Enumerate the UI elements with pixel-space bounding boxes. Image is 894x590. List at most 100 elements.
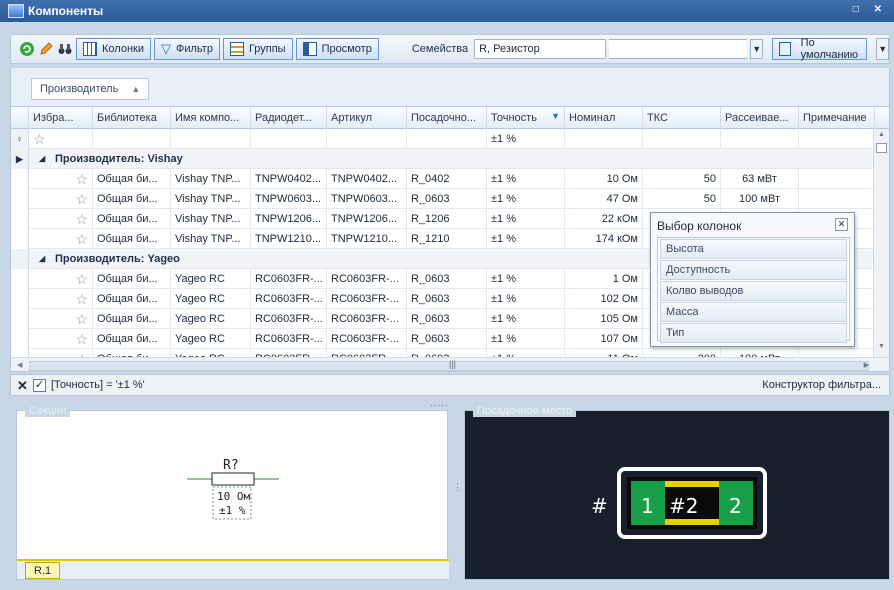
table-cell[interactable]: 102 Ом [565, 289, 643, 309]
table-cell[interactable]: Vishay TNP... [171, 189, 251, 209]
table-cell[interactable]: ±1 % [487, 189, 565, 209]
columns-button[interactable]: Колонки [76, 38, 151, 60]
table-cell[interactable]: TNPW1206... [251, 209, 327, 229]
favorite-cell[interactable]: ☆ [29, 189, 93, 209]
table-cell[interactable]: Vishay TNP... [171, 229, 251, 249]
table-row[interactable]: ☆ Общая би... Vishay TNP... TNPW0603... TNPW… [11, 189, 875, 209]
column-header[interactable]: Рассеивае... [721, 107, 799, 129]
scroll-left-icon[interactable]: ◀ [17, 361, 22, 369]
filter-cell[interactable] [251, 129, 327, 149]
column-menu-icon[interactable] [876, 143, 887, 153]
column-chooser-item[interactable]: Масса [660, 302, 847, 322]
filter-cell[interactable] [565, 129, 643, 149]
table-cell[interactable]: TNPW0603... [327, 189, 407, 209]
filter-cell[interactable] [407, 129, 487, 149]
default-view-button[interactable]: По умолчанию [772, 37, 868, 61]
table-cell[interactable]: R_0603 [407, 329, 487, 349]
table-cell[interactable]: Общая би... [93, 269, 171, 289]
favorite-cell[interactable]: ☆ [29, 169, 93, 189]
table-cell[interactable]: Общая би... [93, 189, 171, 209]
tolerance-filter-cell[interactable]: ±1 % [487, 129, 565, 149]
vertical-scrollbar[interactable]: ▲ ▼ [873, 129, 889, 357]
table-cell[interactable]: RC0603FR-... [251, 269, 327, 289]
table-cell[interactable]: TNPW0603... [251, 189, 327, 209]
table-cell[interactable]: 105 Ом [565, 309, 643, 329]
scroll-down-icon[interactable]: ▼ [878, 343, 885, 350]
filter-expression[interactable]: [Точность] = '±1 %' [51, 379, 145, 391]
table-cell[interactable]: RC0603FR-... [327, 329, 407, 349]
favorite-cell[interactable]: ☆ [29, 209, 93, 229]
filter-constructor-link[interactable]: Конструктор фильтра... [762, 379, 881, 391]
column-header[interactable]: Библиотека [93, 107, 171, 129]
filter-enabled-checkbox[interactable]: ✓ [33, 379, 46, 392]
families-select-field[interactable] [608, 39, 748, 59]
table-cell[interactable]: Общая би... [93, 309, 171, 329]
table-cell[interactable]: R_0603 [407, 289, 487, 309]
star-icon[interactable]: ☆ [75, 331, 88, 347]
column-header[interactable]: Имя компо... [171, 107, 251, 129]
splitter-grip-icon[interactable]: ..... [430, 398, 449, 409]
favorite-cell[interactable]: ☆ [29, 289, 93, 309]
table-cell[interactable]: 50 [643, 169, 721, 189]
table-cell[interactable]: TNPW1210... [251, 229, 327, 249]
column-header[interactable]: Примечание [799, 107, 875, 129]
favorite-cell[interactable]: ☆ [29, 269, 93, 289]
column-header[interactable]: Точность ▼ [487, 107, 565, 129]
table-cell[interactable]: RC0603FR-... [251, 309, 327, 329]
table-cell[interactable]: Yageo RC [171, 269, 251, 289]
chevron-down-icon[interactable]: ▼ [876, 38, 889, 60]
table-cell[interactable]: Vishay TNP... [171, 169, 251, 189]
column-chooser-item[interactable]: Колво выводов [660, 281, 847, 301]
table-cell[interactable]: RC0603FR-... [327, 269, 407, 289]
refresh-icon[interactable] [19, 39, 35, 59]
table-cell[interactable]: Vishay TNP... [171, 209, 251, 229]
table-cell[interactable]: TNPW1206... [327, 209, 407, 229]
table-cell[interactable]: TNPW1210... [327, 229, 407, 249]
table-cell[interactable]: Общая би... [93, 329, 171, 349]
filter-cell[interactable] [721, 129, 799, 149]
close-icon[interactable]: ✕ [835, 218, 848, 231]
groups-button[interactable]: Группы [222, 38, 293, 60]
column-chooser-item[interactable]: Тип [660, 323, 847, 343]
table-cell[interactable]: ±1 % [487, 309, 565, 329]
filter-cell[interactable] [799, 129, 875, 149]
table-cell[interactable]: 63 мВт [721, 169, 799, 189]
collapse-icon[interactable]: ◢ [39, 254, 45, 263]
table-row[interactable]: ☆ Общая би... Vishay TNP... TNPW0402... TNPW… [11, 169, 875, 189]
table-cell[interactable]: 174 кОм [565, 229, 643, 249]
table-cell[interactable]: R_0603 [407, 269, 487, 289]
column-header[interactable]: Избра... [29, 107, 93, 129]
table-cell[interactable]: 100 мВт [721, 189, 799, 209]
binoculars-icon[interactable] [57, 39, 73, 59]
table-cell[interactable]: R_1206 [407, 209, 487, 229]
star-icon[interactable]: ☆ [75, 231, 88, 247]
table-cell[interactable]: Общая би... [93, 169, 171, 189]
star-icon[interactable]: ☆ [75, 291, 88, 307]
table-cell[interactable]: RC0603FR-... [251, 329, 327, 349]
table-cell[interactable]: Yageo RC [171, 289, 251, 309]
filter-cell[interactable] [171, 129, 251, 149]
table-cell[interactable]: Общая би... [93, 209, 171, 229]
column-chooser-item[interactable]: Доступность [660, 260, 847, 280]
section-tab[interactable]: R.1 [25, 562, 61, 579]
scroll-up-icon[interactable]: ▲ [878, 131, 885, 138]
vertical-splitter-grip-icon[interactable]: ⋮ [453, 482, 462, 493]
star-icon[interactable]: ☆ [75, 211, 88, 227]
table-cell[interactable]: ±1 % [487, 269, 565, 289]
favorite-filter-cell[interactable]: ☆ [29, 129, 93, 149]
table-cell[interactable]: 107 Ом [565, 329, 643, 349]
column-header[interactable]: ТКС [643, 107, 721, 129]
table-cell[interactable]: Общая би... [93, 229, 171, 249]
filter-cell[interactable] [643, 129, 721, 149]
table-cell[interactable]: R_0603 [407, 189, 487, 209]
table-cell[interactable]: ±1 % [487, 329, 565, 349]
filter-button[interactable]: ▽ Фильтр [153, 38, 220, 60]
chevron-down-icon[interactable]: ▼ [750, 39, 764, 59]
star-icon[interactable]: ☆ [75, 171, 88, 187]
table-cell[interactable]: ±1 % [487, 289, 565, 309]
table-cell[interactable]: 50 [643, 189, 721, 209]
table-cell[interactable]: R_1210 [407, 229, 487, 249]
window-controls[interactable]: □ ✕ [853, 4, 888, 15]
table-cell[interactable]: R_0402 [407, 169, 487, 189]
star-icon[interactable]: ☆ [75, 191, 88, 207]
